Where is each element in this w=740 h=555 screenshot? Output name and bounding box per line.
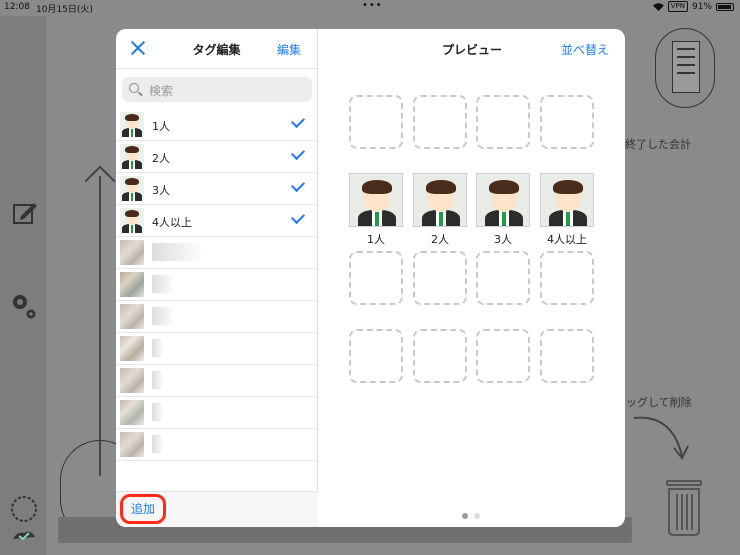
blurred-thumbnail	[120, 240, 144, 265]
tag-tile[interactable]	[540, 173, 594, 227]
checkmark-icon	[290, 177, 306, 193]
tag-row-obscured[interactable]	[116, 301, 318, 333]
status-bar: 12:08 10月15日(火) ••• VPN 91%	[0, 0, 740, 16]
vpn-badge: VPN	[667, 1, 688, 12]
person-avatar-icon	[120, 112, 144, 137]
empty-slot[interactable]	[349, 95, 403, 149]
preview-pane: プレビュー 並べ替え 1人 2人 3人 4人以上	[319, 29, 625, 527]
tag-list: 1人 2人 3人 4人以上	[116, 109, 318, 461]
battery-percent: 91%	[691, 1, 712, 12]
blurred-label	[152, 371, 164, 389]
empty-slot[interactable]	[476, 251, 530, 305]
person-avatar-icon	[120, 176, 144, 201]
app-sidebar	[0, 16, 46, 555]
search-field[interactable]: 検索	[122, 77, 312, 102]
edit-button[interactable]: 編集	[277, 41, 301, 58]
tag-list-header: タグ編集 編集	[116, 29, 317, 69]
tag-tile[interactable]	[349, 173, 403, 227]
receipt-icon	[672, 41, 700, 93]
empty-slot[interactable]	[413, 329, 467, 383]
add-button[interactable]: 追加	[120, 494, 166, 524]
empty-slot[interactable]	[349, 329, 403, 383]
search-icon	[129, 83, 139, 93]
tag-row[interactable]: 4人以上	[116, 205, 318, 237]
empty-slot[interactable]	[476, 329, 530, 383]
tag-row-obscured[interactable]	[116, 365, 318, 397]
blurred-thumbnail	[120, 432, 144, 457]
blurred-thumbnail	[120, 272, 144, 297]
empty-slot[interactable]	[540, 329, 594, 383]
blurred-label	[152, 339, 164, 357]
status-date: 10月15日(火)	[36, 5, 93, 15]
tag-list-pane: タグ編集 編集 検索 1人 2人 3人 4人以上 追加	[116, 29, 318, 527]
page-dot-active	[462, 513, 468, 519]
checkmark-icon	[290, 209, 306, 225]
multitask-dots[interactable]: •••	[362, 0, 383, 11]
tile-label: 2人	[431, 233, 449, 246]
checkmark-icon	[290, 113, 306, 129]
trash-icon[interactable]	[664, 480, 704, 538]
tag-tile[interactable]	[476, 173, 530, 227]
drag-hint-label: ッグして削除	[626, 396, 692, 409]
tag-row-obscured[interactable]	[116, 333, 318, 365]
tag-row[interactable]: 1人	[116, 109, 318, 141]
tag-label: 3人	[152, 184, 170, 197]
status-time: 12:08	[4, 2, 30, 12]
search-placeholder: 検索	[149, 84, 174, 98]
receipt-button[interactable]	[655, 28, 715, 108]
checkmark-icon	[290, 145, 306, 161]
curve-arrow-icon	[633, 416, 689, 460]
empty-slot[interactable]	[540, 251, 594, 305]
wifi-icon	[652, 2, 664, 11]
tag-row-obscured[interactable]	[116, 397, 318, 429]
blurred-thumbnail	[120, 304, 144, 329]
sync-icon[interactable]	[9, 495, 39, 545]
settings-icon[interactable]	[10, 292, 38, 320]
up-arrow-line	[99, 176, 101, 476]
tag-tile[interactable]	[413, 173, 467, 227]
person-avatar-icon	[120, 144, 144, 169]
status-right: VPN 91%	[652, 1, 734, 12]
empty-slot[interactable]	[476, 95, 530, 149]
blurred-label	[152, 435, 164, 453]
blurred-label	[152, 307, 174, 325]
add-bar: 追加	[116, 491, 318, 527]
tag-row-obscured[interactable]	[116, 429, 318, 461]
up-arrow-icon	[84, 165, 116, 197]
blurred-thumbnail	[120, 368, 144, 393]
person-avatar-icon	[120, 208, 144, 233]
edit-icon[interactable]	[12, 200, 38, 226]
tile-label: 4人以上	[547, 233, 587, 246]
blurred-thumbnail	[120, 400, 144, 425]
page-indicator[interactable]	[462, 513, 480, 519]
tag-label: 1人	[152, 120, 170, 133]
blurred-label	[152, 243, 202, 261]
battery-icon	[716, 2, 734, 11]
page-dot	[474, 513, 480, 519]
blurred-label	[152, 403, 164, 421]
blurred-label	[152, 275, 174, 293]
tag-row[interactable]: 3人	[116, 173, 318, 205]
tag-row[interactable]: 2人	[116, 141, 318, 173]
completed-label: 終了した会計	[625, 138, 691, 151]
tile-label: 3人	[494, 233, 512, 246]
tile-label: 1人	[367, 233, 385, 246]
sort-button[interactable]: 並べ替え	[561, 41, 609, 58]
empty-slot[interactable]	[540, 95, 594, 149]
empty-slot[interactable]	[349, 251, 403, 305]
tag-label: 4人以上	[152, 216, 192, 229]
empty-slot[interactable]	[413, 251, 467, 305]
blurred-thumbnail	[120, 336, 144, 361]
empty-slot[interactable]	[413, 95, 467, 149]
tag-label: 2人	[152, 152, 170, 165]
tag-editor-modal: タグ編集 編集 検索 1人 2人 3人 4人以上 追加 プレビュー 並べ替え 1…	[116, 29, 625, 527]
tag-row-obscured[interactable]	[116, 269, 318, 301]
tag-row-obscured[interactable]	[116, 237, 318, 269]
